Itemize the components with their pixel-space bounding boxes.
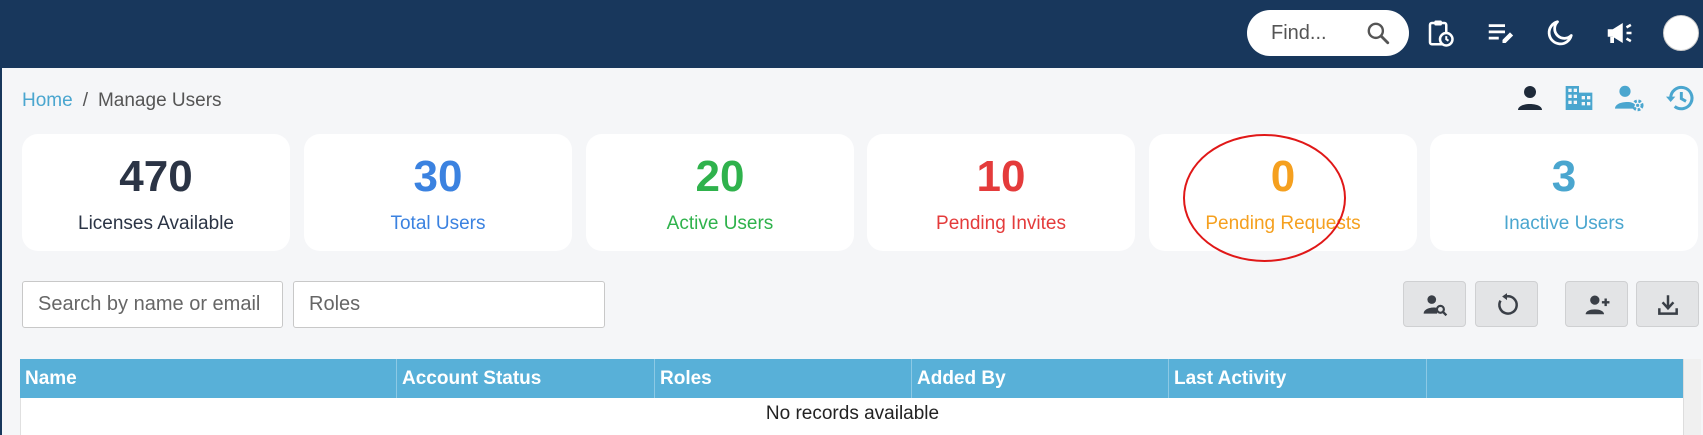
stat-card-licenses[interactable]: 470 Licenses Available: [22, 134, 290, 251]
column-header-added-by[interactable]: Added By: [912, 359, 1169, 398]
stat-value: 30: [413, 152, 463, 201]
refresh-button[interactable]: [1475, 281, 1538, 327]
top-navbar: [0, 0, 1703, 68]
user-settings-icon[interactable]: [1613, 82, 1645, 114]
stat-card-active-users[interactable]: 20 Active Users: [586, 134, 854, 251]
stat-label: Licenses Available: [78, 213, 234, 234]
clipboard-clock-icon[interactable]: [1425, 18, 1455, 48]
avatar[interactable]: [1663, 15, 1699, 51]
moon-icon[interactable]: [1545, 18, 1575, 48]
stat-label: Total Users: [390, 213, 486, 234]
roles-select[interactable]: [293, 281, 605, 328]
stat-value: 3: [1551, 152, 1577, 201]
column-header-last-activity[interactable]: Last Activity: [1169, 359, 1427, 398]
stat-value: 10: [976, 152, 1026, 201]
download-button[interactable]: [1636, 281, 1699, 327]
empty-message: No records available: [765, 403, 940, 424]
column-header-roles[interactable]: Roles: [655, 359, 912, 398]
stat-value: 0: [1270, 152, 1296, 201]
table-header: Name Account Status Roles Added By Last …: [20, 359, 1683, 398]
stat-card-total-users[interactable]: 30 Total Users: [304, 134, 572, 251]
stat-card-inactive-users[interactable]: 3 Inactive Users: [1430, 134, 1698, 251]
stat-label: Pending Requests: [1205, 213, 1361, 234]
search-input[interactable]: [22, 281, 283, 328]
column-header-name[interactable]: Name: [20, 359, 397, 398]
global-search-input[interactable]: [1271, 20, 1371, 46]
stat-value: 20: [695, 152, 745, 201]
breadcrumb-separator: /: [82, 90, 88, 111]
user-search-button[interactable]: [1403, 281, 1466, 327]
breadcrumb: Home / Manage Users: [22, 90, 222, 112]
breadcrumb-current: Manage Users: [97, 90, 222, 111]
table-scrollbar[interactable]: [1683, 359, 1701, 435]
stat-label: Active Users: [666, 213, 774, 234]
refresh-icon: [1498, 293, 1518, 315]
edit-list-icon[interactable]: [1485, 18, 1515, 48]
history-icon[interactable]: [1664, 82, 1696, 114]
users-table: Name Account Status Roles Added By Last …: [20, 359, 1683, 435]
table-body: No records available: [20, 398, 1683, 435]
megaphone-icon[interactable]: [1604, 18, 1634, 48]
breadcrumb-home-link[interactable]: Home: [22, 90, 73, 111]
user-search-icon: [1423, 295, 1448, 317]
stat-label: Inactive Users: [1503, 213, 1625, 234]
stat-card-pending-invites[interactable]: 10 Pending Invites: [867, 134, 1135, 251]
add-user-icon: [1585, 295, 1610, 315]
user-icon[interactable]: [1514, 82, 1546, 114]
column-header-actions: [1427, 359, 1683, 398]
global-search[interactable]: [1247, 10, 1409, 56]
stat-value: 470: [119, 152, 193, 201]
stat-card-pending-requests[interactable]: 0 Pending Requests: [1149, 134, 1417, 251]
column-header-account-status[interactable]: Account Status: [397, 359, 655, 398]
download-icon: [1658, 295, 1678, 315]
stat-label: Pending Invites: [936, 213, 1066, 234]
search-icon[interactable]: [1365, 20, 1391, 46]
building-icon[interactable]: [1563, 82, 1595, 114]
add-user-button[interactable]: [1565, 281, 1628, 327]
